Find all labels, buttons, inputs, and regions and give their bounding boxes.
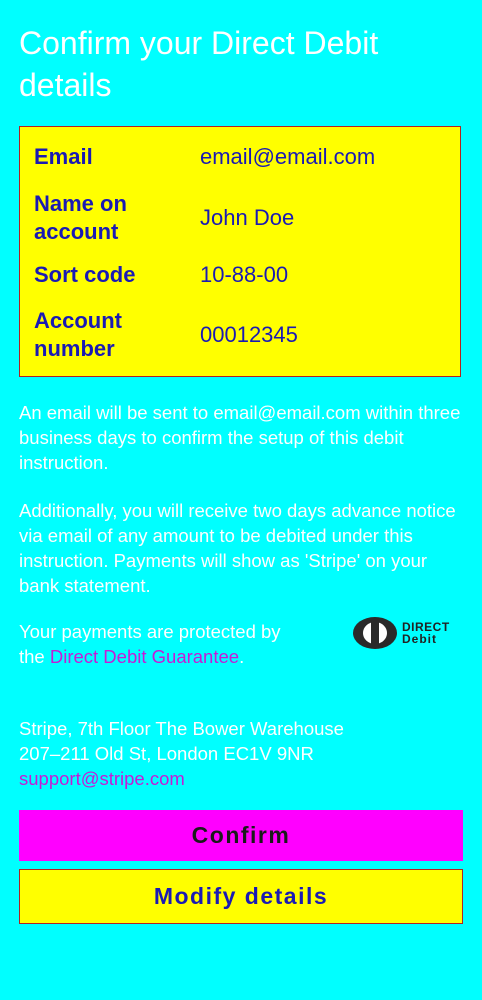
guarantee-suffix: . [239, 646, 245, 667]
address-line-2: 207–211 Old St, London EC1V 9NR [19, 743, 314, 764]
email-value: email@email.com [200, 144, 376, 169]
guarantee-text: Your payments are protected by the Direc… [19, 619, 299, 669]
advance-notice-text: Additionally, you will receive two days … [19, 500, 456, 596]
page-title: Confirm your Direct Debit details [19, 25, 379, 103]
account-number-label: Account number [34, 308, 122, 361]
name-row: Name on account John Doe [34, 190, 450, 246]
sort-code-row: Sort code 10-88-00 [34, 261, 450, 289]
direct-debit-icon [353, 617, 397, 649]
email-label: Email [34, 144, 93, 169]
sort-code-label: Sort code [34, 262, 136, 287]
email-row: Email email@email.com [34, 143, 450, 171]
direct-debit-logo: DIRECT Debit [352, 615, 464, 651]
details-card: Email email@email.com Name on account Jo… [19, 126, 461, 377]
confirm-button[interactable]: Confirm [19, 810, 463, 861]
email-notice-text: An email will be sent to email@email.com… [19, 402, 461, 473]
address-line-1: Stripe, 7th Floor The Bower Warehouse [19, 718, 344, 739]
direct-debit-logo-bottom: Debit [402, 632, 437, 646]
modify-details-button[interactable]: Modify details [19, 869, 463, 924]
address-block: Stripe, 7th Floor The Bower Warehouse 20… [19, 716, 465, 791]
sort-code-value: 10-88-00 [200, 262, 289, 287]
support-email-link[interactable]: support@stripe.com [19, 766, 465, 791]
name-label: Name on account [34, 191, 127, 244]
account-number-value: 00012345 [200, 322, 298, 347]
name-value: John Doe [200, 205, 295, 230]
direct-debit-guarantee-link[interactable]: Direct Debit Guarantee [50, 646, 239, 667]
direct-debit-logo-text: DIRECT Debit [402, 621, 450, 645]
account-number-row: Account number 00012345 [34, 307, 450, 363]
